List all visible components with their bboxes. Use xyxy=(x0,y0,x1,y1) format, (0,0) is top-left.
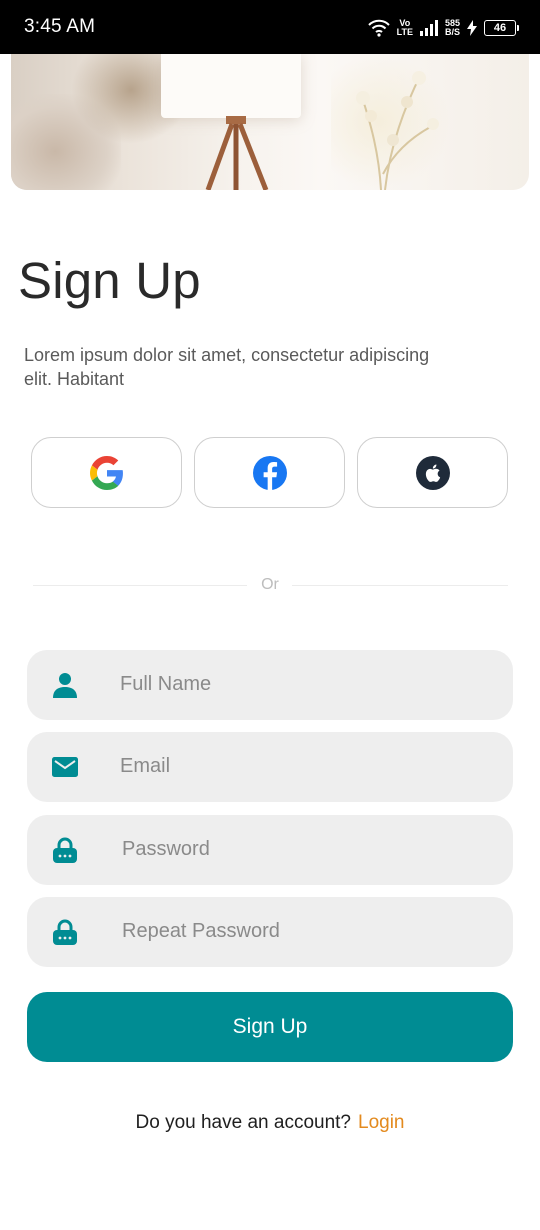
divider-line-left xyxy=(33,585,247,586)
email-placeholder: Email xyxy=(120,755,171,777)
google-g-icon xyxy=(89,455,123,490)
mail-icon xyxy=(52,754,78,780)
cell-signal-icon xyxy=(419,20,438,36)
hero-image xyxy=(11,54,529,190)
full-name-field[interactable]: Full Name xyxy=(27,650,513,720)
google-signin-button[interactable] xyxy=(31,437,182,508)
battery-icon: 46 xyxy=(484,20,519,36)
lock-icon xyxy=(52,837,78,863)
facebook-signin-button[interactable] xyxy=(194,437,345,508)
lock-icon xyxy=(52,919,78,945)
net-speed-unit: B/S xyxy=(444,27,460,37)
net-speed-indicator: 585 B/S xyxy=(445,19,460,37)
divider-line-right xyxy=(292,585,508,586)
battery-level: 46 xyxy=(493,22,507,34)
sign-up-button[interactable]: Sign Up xyxy=(27,992,513,1062)
password-field[interactable]: Password xyxy=(27,815,513,885)
person-icon xyxy=(52,672,78,698)
full-name-placeholder: Full Name xyxy=(120,673,212,695)
volte-bottom-label: LTE xyxy=(396,27,413,37)
page-subtitle: Lorem ipsum dolor sit amet, consectetur … xyxy=(24,345,430,389)
facebook-f-icon xyxy=(252,455,287,490)
password-placeholder: Password xyxy=(122,838,210,860)
wifi-icon xyxy=(367,19,390,37)
dried-flowers-icon xyxy=(356,71,439,190)
apple-icon xyxy=(415,455,450,490)
status-icons: Vo LTE 585 B/S 46 xyxy=(367,15,519,41)
login-prompt-text: Do you have an account? xyxy=(135,1112,352,1133)
status-time: 3:45 AM xyxy=(24,16,96,37)
apple-signin-button[interactable] xyxy=(357,437,508,508)
charging-bolt-icon xyxy=(467,20,477,36)
lamp-tripod-icon xyxy=(205,116,269,190)
login-prompt: Do you have an account? Login xyxy=(0,1112,540,1134)
status-bar: 3:45 AM Vo LTE 585 B/S 46 xyxy=(0,0,540,54)
volte-indicator: Vo LTE xyxy=(397,19,413,37)
divider-or-label: Or xyxy=(261,576,279,593)
page-title: Sign Up xyxy=(18,252,201,309)
login-link[interactable]: Login xyxy=(358,1112,405,1133)
repeat-password-placeholder: Repeat Password xyxy=(122,920,280,942)
repeat-password-field[interactable]: Repeat Password xyxy=(27,897,513,967)
email-field[interactable]: Email xyxy=(27,732,513,802)
lamp-shade xyxy=(161,54,301,118)
